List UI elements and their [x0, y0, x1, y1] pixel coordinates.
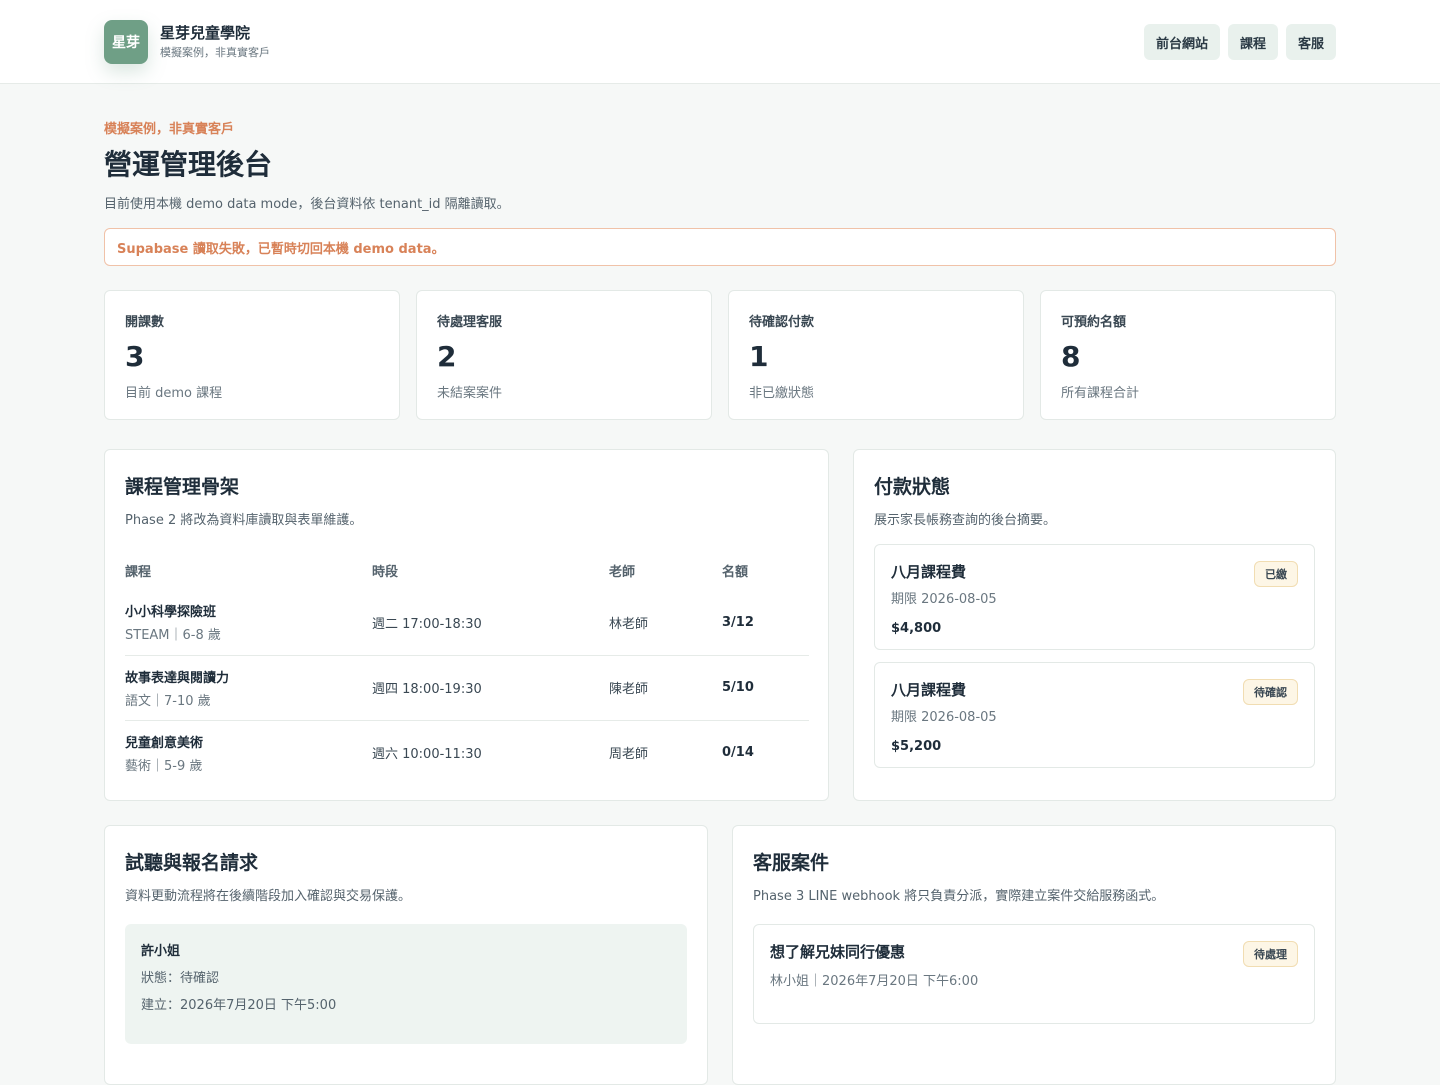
stat-label: 待處理客服 [437, 315, 503, 330]
course-name: 小小科學探險班 [125, 605, 217, 621]
trial-requests-card: 試聽與報名請求 資料更動流程將在後續階段加入確認與交易保護。 許小姐 狀態：待確… [104, 825, 708, 1085]
error-alert: Supabase 讀取失敗，已暫時切回本機 demo data。 [104, 228, 1336, 266]
stat-card-courses: 開課數 3 目前 demo 課程 [104, 290, 400, 420]
payment-title: 八月課程費 [891, 681, 967, 699]
nav-support-button[interactable]: 客服 [1285, 24, 1336, 60]
table-row[interactable]: 兒童創意美術 藝術｜5-9 歲 週六 10:00-11:30 周老師 0/14 [125, 720, 809, 785]
stats-row: 開課數 3 目前 demo 課程 待處理客服 2 未結案案件 待確認付款 1 非… [104, 290, 1336, 420]
stat-note: 目前 demo 課程 [125, 386, 223, 401]
table-row[interactable]: 故事表達與閱讀力 語文｜7-10 歲 週四 18:00-19:30 陳老師 5/… [125, 655, 809, 721]
payment-due: 期限 2026-08-05 [891, 710, 997, 725]
stat-label: 可預約名額 [1061, 315, 1127, 330]
column-header-course: 課程 [125, 564, 152, 580]
payment-item[interactable]: 八月課程費 期限 2026-08-05 $5,200 待確認 [874, 662, 1315, 768]
payment-item[interactable]: 八月課程費 期限 2026-08-05 $4,800 已繳 [874, 544, 1315, 650]
stat-value: 8 [1061, 340, 1081, 373]
top-bar: 星芽 星芽兒童學院 模擬案例，非真實客戶 前台網站 課程 客服 [0, 0, 1440, 84]
page-eyebrow: 模擬案例，非真實客戶 [104, 122, 235, 137]
stat-value: 1 [749, 340, 769, 373]
course-teacher: 周老師 [609, 747, 649, 763]
course-cell: 小小科學探險班 STEAM｜6-8 歲 [125, 590, 372, 656]
course-seats: 0/14 [722, 745, 754, 761]
course-meta: 藝術｜5-9 歲 [125, 758, 203, 774]
course-management-card: 課程管理骨架 Phase 2 將改為資料庫讀取與表單維護。 課程 時段 老師 名… [104, 449, 829, 801]
brand-logo: 星芽 [104, 20, 148, 64]
stat-label: 開課數 [125, 315, 165, 330]
card-subtitle: Phase 3 LINE webhook 將只負責分派，實際建立案件交給服務函式… [753, 889, 1165, 904]
stat-card-payments: 待確認付款 1 非已繳狀態 [728, 290, 1024, 420]
column-header-seats: 名額 [722, 564, 749, 580]
card-subtitle: Phase 2 將改為資料庫讀取與表單維護。 [125, 513, 363, 528]
stat-card-seats: 可預約名額 8 所有課程合計 [1040, 290, 1336, 420]
course-name: 故事表達與閱讀力 [125, 670, 230, 686]
course-teacher: 陳老師 [609, 655, 722, 721]
brand[interactable]: 星芽 星芽兒童學院 模擬案例，非真實客戶 [104, 20, 270, 64]
trial-name: 許小姐 [141, 944, 181, 959]
course-time: 週二 17:00-18:30 [372, 590, 609, 656]
course-cell: 故事表達與閱讀力 語文｜7-10 歲 [125, 655, 372, 721]
payment-due: 期限 2026-08-05 [891, 592, 997, 607]
course-name: 兒童創意美術 [125, 735, 204, 751]
nav-frontend-button[interactable]: 前台網站 [1143, 24, 1220, 60]
trial-request-item[interactable]: 許小姐 狀態：待確認 建立：2026年7月20日 下午5:00 [125, 924, 687, 1044]
service-cases-card: 客服案件 Phase 3 LINE webhook 將只負責分派，實際建立案件交… [732, 825, 1336, 1085]
course-meta: 語文｜7-10 歲 [125, 693, 211, 709]
case-title: 想了解兄妹同行優惠 [770, 943, 906, 961]
brand-name: 星芽兒童學院 [160, 24, 251, 42]
stat-note: 非已繳狀態 [749, 386, 815, 401]
card-title: 試聽與報名請求 [125, 852, 259, 874]
payment-amount: $5,200 [891, 739, 942, 754]
stat-note: 所有課程合計 [1061, 386, 1140, 401]
stat-note: 未結案案件 [437, 386, 503, 401]
payment-title: 八月課程費 [891, 563, 967, 581]
brand-subtitle: 模擬案例，非真實客戶 [160, 46, 270, 59]
card-subtitle: 展示家長帳務查詢的後台摘要。 [874, 513, 1057, 528]
payment-status-card: 付款狀態 展示家長帳務查詢的後台摘要。 八月課程費 期限 2026-08-05 … [853, 449, 1336, 801]
payment-amount: $4,800 [891, 621, 942, 636]
table-header-row: 課程 時段 老師 名額 [125, 550, 809, 590]
column-header-time: 時段 [372, 564, 399, 580]
status-badge: 已繳 [1254, 561, 1298, 587]
card-title: 課程管理骨架 [125, 476, 240, 498]
stat-value: 2 [437, 340, 457, 373]
stat-value: 3 [125, 340, 145, 373]
trial-status: 狀態：待確認 [141, 971, 220, 986]
card-title: 付款狀態 [874, 476, 951, 498]
course-meta: STEAM｜6-8 歲 [125, 628, 221, 644]
status-badge: 待處理 [1243, 941, 1298, 967]
service-case-item[interactable]: 想了解兄妹同行優惠 林小姐｜2026年7月20日 下午6:00 待處理 [753, 924, 1315, 1024]
table-row[interactable]: 小小科學探險班 STEAM｜6-8 歲 週二 17:00-18:30 林老師 3… [125, 590, 809, 656]
course-teacher: 林老師 [609, 590, 722, 656]
brand-text: 星芽兒童學院 模擬案例，非真實客戶 [160, 23, 270, 61]
top-nav: 前台網站 課程 客服 [1143, 24, 1336, 60]
column-header-teacher: 老師 [609, 564, 636, 580]
status-badge: 待確認 [1243, 679, 1298, 705]
main-content: 模擬案例，非真實客戶 營運管理後台 目前使用本機 demo data mode，… [104, 84, 1336, 1085]
course-table: 課程 時段 老師 名額 小小科學探險班 STEAM｜6-8 歲 週二 17:00… [125, 550, 809, 785]
stat-card-support: 待處理客服 2 未結案案件 [416, 290, 712, 420]
course-time: 週六 10:00-11:30 [372, 747, 482, 763]
page-title: 營運管理後台 [104, 148, 273, 181]
card-subtitle: 資料更動流程將在後續階段加入確認與交易保護。 [125, 889, 412, 904]
case-meta: 林小姐｜2026年7月20日 下午6:00 [770, 974, 979, 989]
course-seats: 5/10 [722, 655, 809, 721]
trial-created: 建立：2026年7月20日 下午5:00 [141, 998, 337, 1013]
course-seats: 3/12 [722, 590, 809, 656]
page-description: 目前使用本機 demo data mode，後台資料依 tenant_id 隔離… [104, 197, 510, 212]
course-cell: 兒童創意美術 藝術｜5-9 歲 [125, 720, 372, 785]
stat-label: 待確認付款 [749, 315, 815, 330]
card-title: 客服案件 [753, 852, 830, 874]
course-time: 週四 18:00-19:30 [372, 655, 609, 721]
nav-courses-button[interactable]: 課程 [1227, 24, 1278, 60]
